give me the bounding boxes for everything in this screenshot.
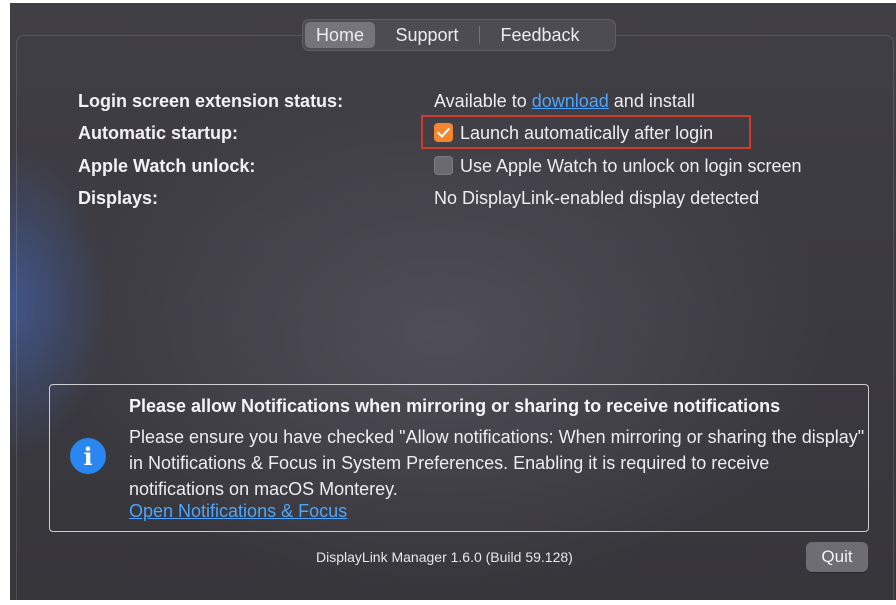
tab-feedback[interactable]: Feedback <box>480 22 600 48</box>
info-icon: i <box>70 438 106 474</box>
displays-status: No DisplayLink-enabled display detected <box>434 188 760 208</box>
tab-bar: Home Support Feedback <box>302 19 616 51</box>
notifications-notice: i Please allow Notifications when mirror… <box>49 384 869 532</box>
login-extension-label: Login screen extension status: <box>78 91 344 111</box>
tab-support[interactable]: Support <box>375 22 479 48</box>
login-extension-suffix: and install <box>608 91 695 111</box>
apple-watch-checkbox[interactable] <box>434 156 453 175</box>
apple-watch-option[interactable]: Use Apple Watch to unlock on login scree… <box>434 156 802 177</box>
automatic-startup-label: Automatic startup: <box>78 123 239 143</box>
apple-watch-checkbox-label[interactable]: Use Apple Watch to unlock on login scree… <box>460 156 802 176</box>
quit-button[interactable]: Quit <box>806 542 868 572</box>
notice-title: Please allow Notifications when mirrorin… <box>129 396 781 416</box>
version-label: DisplayLink Manager 1.6.0 (Build 59.128) <box>316 549 573 565</box>
open-notifications-focus-link[interactable]: Open Notifications & Focus <box>129 501 347 522</box>
highlight-annotation-box <box>421 115 751 149</box>
login-extension-status: Available to download and install <box>434 91 695 112</box>
displays-label: Displays: <box>78 188 159 208</box>
displaylink-manager-window: Home Support Feedback Login screen exten… <box>10 3 896 600</box>
tab-home[interactable]: Home <box>305 22 375 48</box>
notice-body: Please ensure you have checked "Allow no… <box>129 427 865 499</box>
login-extension-prefix: Available to <box>434 91 532 111</box>
download-link[interactable]: download <box>532 91 609 111</box>
apple-watch-unlock-label: Apple Watch unlock: <box>78 156 256 176</box>
